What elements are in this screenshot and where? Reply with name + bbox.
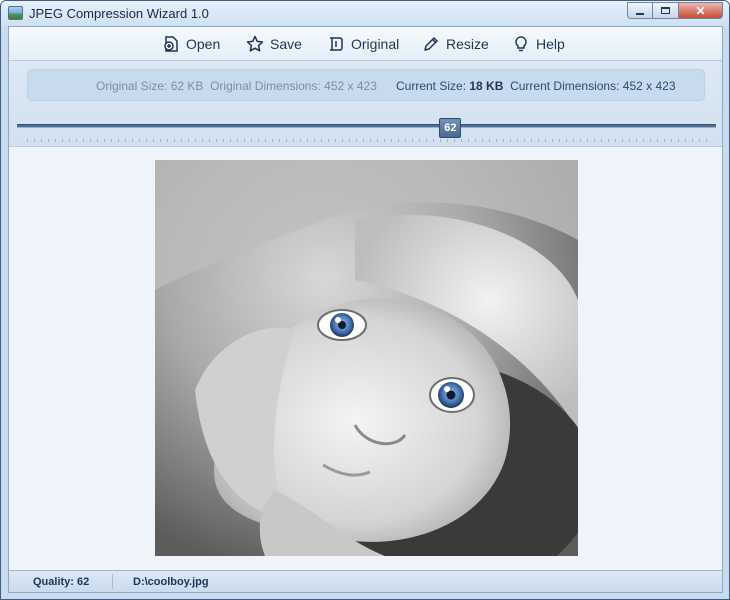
app-window: JPEG Compression Wizard 1.0 ✕ Open Save (0, 0, 730, 600)
info-panel: Original Size: 62 KB Original Dimensions… (9, 61, 722, 147)
maximize-button[interactable] (653, 2, 679, 19)
client-area: Open Save Original Resize Help Original … (8, 26, 723, 593)
child-portrait-image (155, 160, 578, 556)
original-size-label: Original Size: (96, 79, 168, 93)
close-button[interactable]: ✕ (679, 2, 723, 19)
status-file-path: D:\coolboy.jpg (133, 576, 209, 588)
status-separator (112, 574, 113, 589)
original-button[interactable]: Original (327, 34, 399, 54)
resize-label: Resize (446, 36, 489, 52)
resize-button[interactable]: Resize (422, 34, 489, 54)
save-button[interactable]: Save (246, 34, 302, 54)
quality-slider-thumb[interactable]: 62 (439, 118, 462, 138)
title-bar[interactable]: JPEG Compression Wizard 1.0 ✕ (1, 1, 729, 26)
image-preview-area (9, 148, 722, 570)
open-file-icon (164, 36, 178, 52)
quality-slider-track[interactable] (17, 124, 716, 128)
preview-photo (155, 160, 578, 556)
original-info: Original Size: 62 KB Original Dimensions… (96, 79, 377, 93)
help-label: Help (536, 36, 565, 52)
revert-icon (330, 37, 343, 51)
quality-slider-ticks (27, 139, 707, 142)
pencil-icon (424, 37, 438, 51)
star-icon (246, 35, 264, 52)
original-size-value: 62 KB (170, 79, 204, 93)
open-button[interactable]: Open (162, 34, 220, 54)
size-info-bar: Original Size: 62 KB Original Dimensions… (27, 69, 705, 101)
open-label: Open (186, 36, 221, 52)
app-icon (8, 6, 23, 20)
current-dims-label: Current Dimensions: (510, 79, 620, 93)
window-title: JPEG Compression Wizard 1.0 (29, 6, 209, 21)
toolbar: Open Save Original Resize Help (9, 27, 722, 61)
status-bar: Quality: 62 D:\coolboy.jpg (9, 570, 722, 592)
minimize-button[interactable] (627, 2, 653, 19)
maximize-icon (661, 7, 670, 14)
save-label: Save (270, 36, 302, 52)
lightbulb-icon (515, 36, 527, 52)
original-dims-label: Original Dimensions: (210, 79, 321, 93)
minimize-icon (636, 12, 644, 15)
current-info: Current Size: 18 KB Current Dimensions: … (396, 79, 676, 93)
original-dims-value: 452 x 423 (324, 79, 377, 93)
window-controls: ✕ (627, 2, 723, 19)
help-button[interactable]: Help (512, 34, 565, 54)
close-icon: ✕ (695, 3, 706, 18)
status-quality: Quality: 62 (33, 576, 90, 588)
current-size-value: 18 KB (469, 79, 504, 93)
current-size-label: Current Size: (396, 79, 467, 93)
current-dims-value: 452 x 423 (622, 79, 676, 93)
original-label: Original (351, 36, 400, 52)
